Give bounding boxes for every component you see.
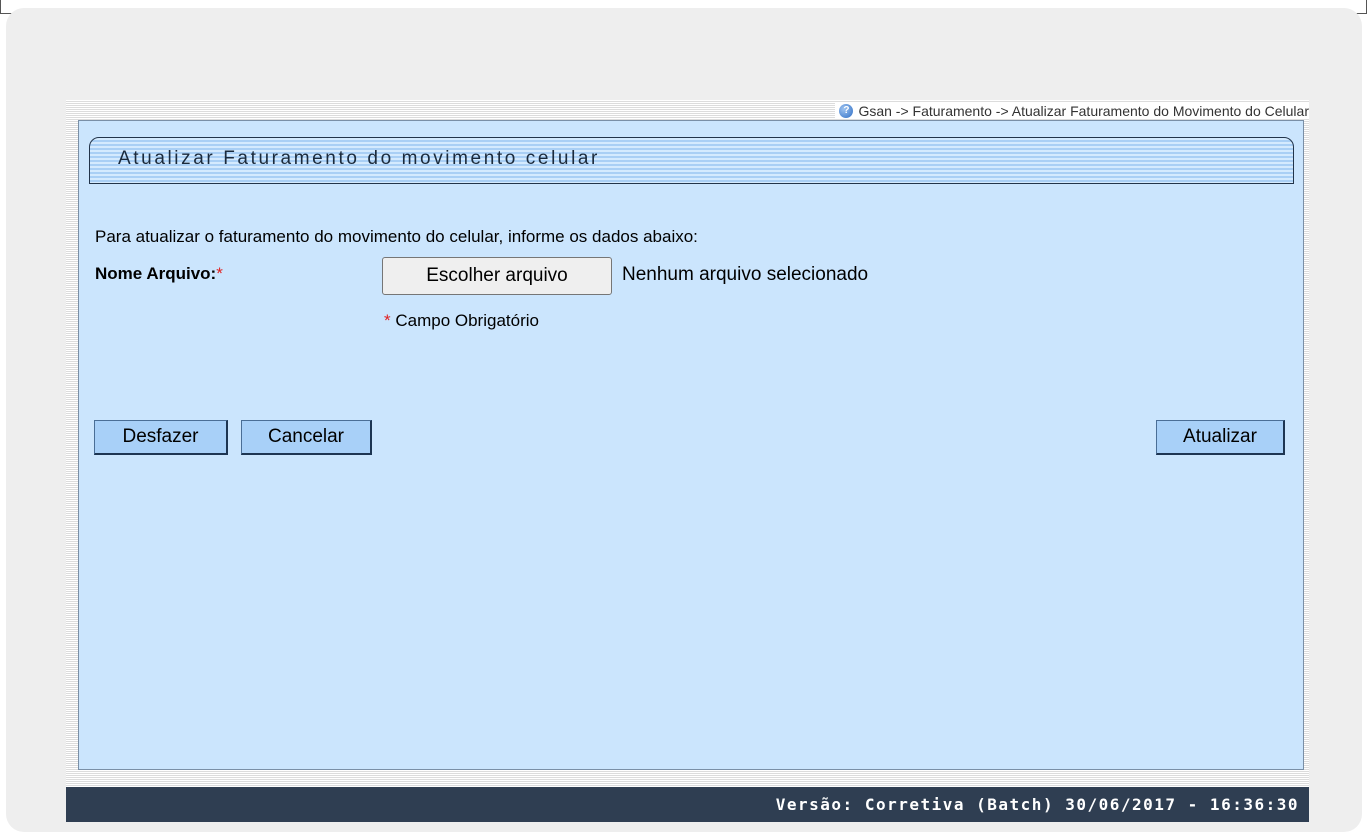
breadcrumb-text: Gsan -> Faturamento -> Atualizar Faturam… [858,103,1309,119]
choose-file-button[interactable]: Escolher arquivo [382,257,612,295]
help-icon[interactable]: ? [839,104,854,118]
footer-bar: Versão: Corretiva (Batch) 30/06/2017 - 1… [66,787,1309,822]
panel-title-bar: Atualizar Faturamento do movimento celul… [89,137,1294,184]
file-name-label-text: Nome Arquivo: [95,264,217,283]
cancel-button[interactable]: Cancelar [241,420,372,455]
form-instructions: Para atualizar o faturamento do moviment… [95,227,698,246]
required-note-text: Campo Obrigatório [395,311,539,330]
file-status-text: Nenhum arquivo selecionado [622,264,869,285]
undo-button[interactable]: Desfazer [94,420,228,455]
breadcrumb: ? Gsan -> Faturamento -> Atualizar Fatur… [835,103,1309,119]
page-title: Atualizar Faturamento do movimento celul… [118,148,600,169]
required-asterisk: * [216,264,223,283]
required-field-note: * Campo Obrigatório [384,311,539,331]
required-note-asterisk: * [384,311,391,330]
update-button[interactable]: Atualizar [1156,420,1285,455]
file-name-label: Nome Arquivo:* [95,264,223,284]
version-info: Versão: Corretiva (Batch) 30/06/2017 - 1… [775,795,1299,814]
